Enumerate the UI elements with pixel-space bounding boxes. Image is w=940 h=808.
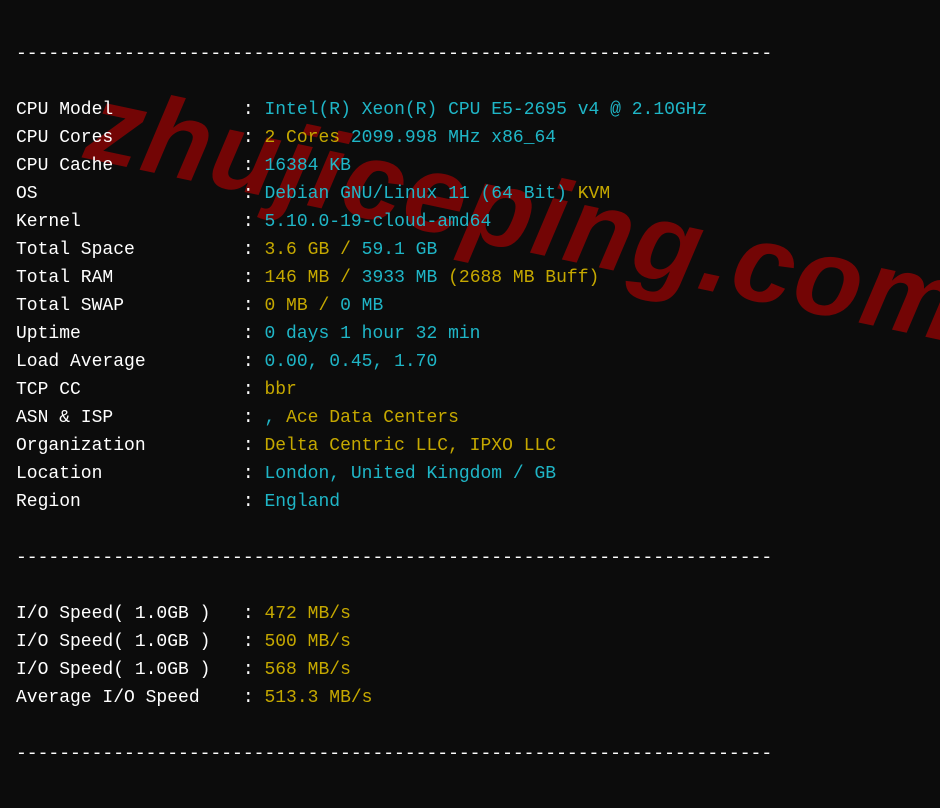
iospeed-value: 568 MB/s [264,660,350,680]
sysinfo-label: Location [16,464,243,484]
sysinfo-value: 146 MB / [264,268,361,288]
colon-separator: : [243,604,265,624]
colon-separator: : [243,128,265,148]
sysinfo-row: Total RAM : 146 MB / 3933 MB (2688 MB Bu… [16,264,924,292]
sysinfo-row: CPU Cores : 2 Cores 2099.998 MHz x86_64 [16,124,924,152]
sysinfo-value: 2 Cores [264,128,350,148]
iospeed-label: I/O Speed( 1.0GB ) [16,604,243,624]
sysinfo-value: Ace Data Centers [286,408,459,428]
sysinfo-label: Load Average [16,352,243,372]
sysinfo-value: England [264,492,340,512]
iospeed-row: Average I/O Speed : 513.3 MB/s [16,684,924,712]
sysinfo-row: Load Average : 0.00, 0.45, 1.70 [16,348,924,376]
divider-top: ----------------------------------------… [16,40,924,68]
colon-separator: : [243,492,265,512]
sysinfo-value: 0 MB [340,296,383,316]
sysinfo-label: Region [16,492,243,512]
sysinfo-label: Total SWAP [16,296,243,316]
sysinfo-value: Intel(R) Xeon(R) CPU E5-2695 v4 @ 2.10GH… [264,100,707,120]
sysinfo-row: Organization : Delta Centric LLC, IPXO L… [16,432,924,460]
system-info-block: CPU Model : Intel(R) Xeon(R) CPU E5-2695… [16,96,924,516]
sysinfo-value: 0.00, 0.45, 1.70 [264,352,437,372]
sysinfo-label: Organization [16,436,243,456]
sysinfo-value: London, United Kingdom / GB [264,464,556,484]
sysinfo-value: Delta Centric LLC, IPXO LLC [264,436,556,456]
sysinfo-label: TCP CC [16,380,243,400]
colon-separator: : [243,380,265,400]
io-speed-block: I/O Speed( 1.0GB ) : 472 MB/sI/O Speed( … [16,600,924,712]
colon-separator: : [243,352,265,372]
sysinfo-label: Total Space [16,240,243,260]
sysinfo-label: ASN & ISP [16,408,243,428]
sysinfo-value: 59.1 GB [362,240,438,260]
divider-bottom: ----------------------------------------… [16,740,924,768]
iospeed-row: I/O Speed( 1.0GB ) : 472 MB/s [16,600,924,628]
sysinfo-value: Debian GNU/Linux 11 (64 Bit) [264,184,577,204]
iospeed-label: I/O Speed( 1.0GB ) [16,632,243,652]
sysinfo-value: KVM [578,184,610,204]
iospeed-row: I/O Speed( 1.0GB ) : 568 MB/s [16,656,924,684]
colon-separator: : [243,100,265,120]
colon-separator: : [243,632,265,652]
sysinfo-row: Kernel : 5.10.0-19-cloud-amd64 [16,208,924,236]
sysinfo-row: CPU Model : Intel(R) Xeon(R) CPU E5-2695… [16,96,924,124]
sysinfo-row: CPU Cache : 16384 KB [16,152,924,180]
sysinfo-label: OS [16,184,243,204]
sysinfo-row: Uptime : 0 days 1 hour 32 min [16,320,924,348]
sysinfo-label: Kernel [16,212,243,232]
colon-separator: : [243,660,265,680]
colon-separator: : [243,156,265,176]
sysinfo-row: OS : Debian GNU/Linux 11 (64 Bit) KVM [16,180,924,208]
sysinfo-label: CPU Model [16,100,243,120]
colon-separator: : [243,408,265,428]
sysinfo-value: 16384 KB [264,156,350,176]
terminal-output: ----------------------------------------… [0,0,940,808]
colon-separator: : [243,688,265,708]
colon-separator: : [243,268,265,288]
colon-separator: : [243,240,265,260]
colon-separator: : [243,184,265,204]
sysinfo-value: , [264,408,286,428]
sysinfo-value: (2688 MB Buff) [448,268,599,288]
iospeed-label: I/O Speed( 1.0GB ) [16,660,243,680]
colon-separator: : [243,436,265,456]
sysinfo-label: CPU Cores [16,128,243,148]
sysinfo-row: Location : London, United Kingdom / GB [16,460,924,488]
iospeed-value: 513.3 MB/s [264,688,372,708]
divider-mid: ----------------------------------------… [16,544,924,572]
sysinfo-value: 3.6 GB / [264,240,361,260]
iospeed-row: I/O Speed( 1.0GB ) : 500 MB/s [16,628,924,656]
colon-separator: : [243,464,265,484]
sysinfo-row: Total Space : 3.6 GB / 59.1 GB [16,236,924,264]
sysinfo-row: Region : England [16,488,924,516]
iospeed-value: 500 MB/s [264,632,350,652]
sysinfo-label: Uptime [16,324,243,344]
sysinfo-value: 5.10.0-19-cloud-amd64 [264,212,491,232]
colon-separator: : [243,296,265,316]
colon-separator: : [243,212,265,232]
sysinfo-value: 0 days 1 hour 32 min [264,324,480,344]
iospeed-label: Average I/O Speed [16,688,243,708]
iospeed-value: 472 MB/s [264,604,350,624]
sysinfo-value: 3933 MB [362,268,448,288]
sysinfo-row: Total SWAP : 0 MB / 0 MB [16,292,924,320]
colon-separator: : [243,324,265,344]
sysinfo-value: bbr [264,380,296,400]
sysinfo-label: Total RAM [16,268,243,288]
sysinfo-row: TCP CC : bbr [16,376,924,404]
sysinfo-label: CPU Cache [16,156,243,176]
sysinfo-row: ASN & ISP : , Ace Data Centers [16,404,924,432]
sysinfo-value: 0 MB / [264,296,340,316]
sysinfo-value: 2099.998 MHz x86_64 [351,128,556,148]
